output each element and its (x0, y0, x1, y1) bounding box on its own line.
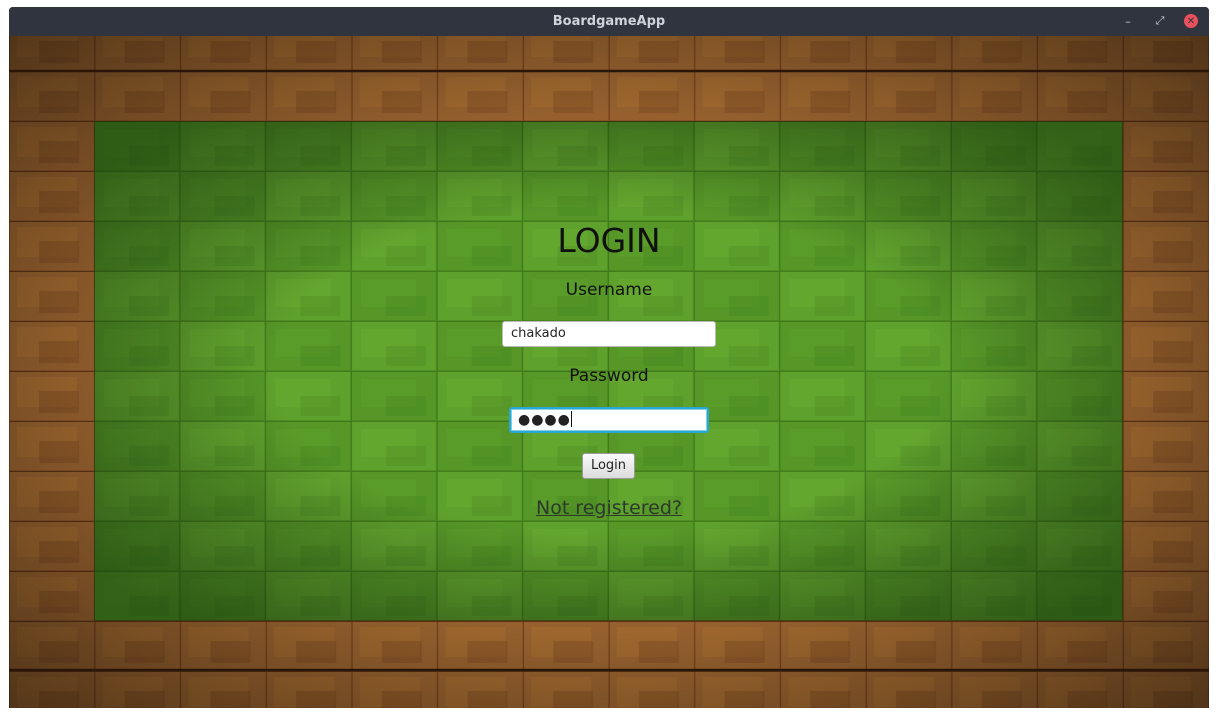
title-bar[interactable]: BoardgameApp – ⤢ ✕ (9, 7, 1209, 36)
maximize-icon[interactable]: ⤢ (1153, 14, 1167, 28)
app-window: BoardgameApp – ⤢ ✕ LOGIN Username chakad… (9, 7, 1209, 708)
main-content: LOGIN Username chakado Password ●●●● Log… (9, 36, 1209, 708)
minimize-icon[interactable]: – (1121, 14, 1135, 28)
text-caret (570, 411, 572, 427)
username-label: Username (565, 280, 653, 300)
password-mask: ●●●● (518, 412, 571, 428)
window-title: BoardgameApp (552, 14, 666, 29)
login-button[interactable]: Login (582, 453, 635, 479)
login-heading: LOGIN (557, 221, 661, 260)
password-field[interactable]: ●●●● (509, 407, 709, 433)
username-field[interactable]: chakado (502, 321, 716, 347)
password-label: Password (569, 366, 649, 386)
not-registered-link[interactable]: Not registered? (489, 497, 729, 519)
close-icon[interactable]: ✕ (1184, 14, 1198, 28)
login-form: LOGIN Username chakado Password ●●●● Log… (9, 36, 1209, 708)
